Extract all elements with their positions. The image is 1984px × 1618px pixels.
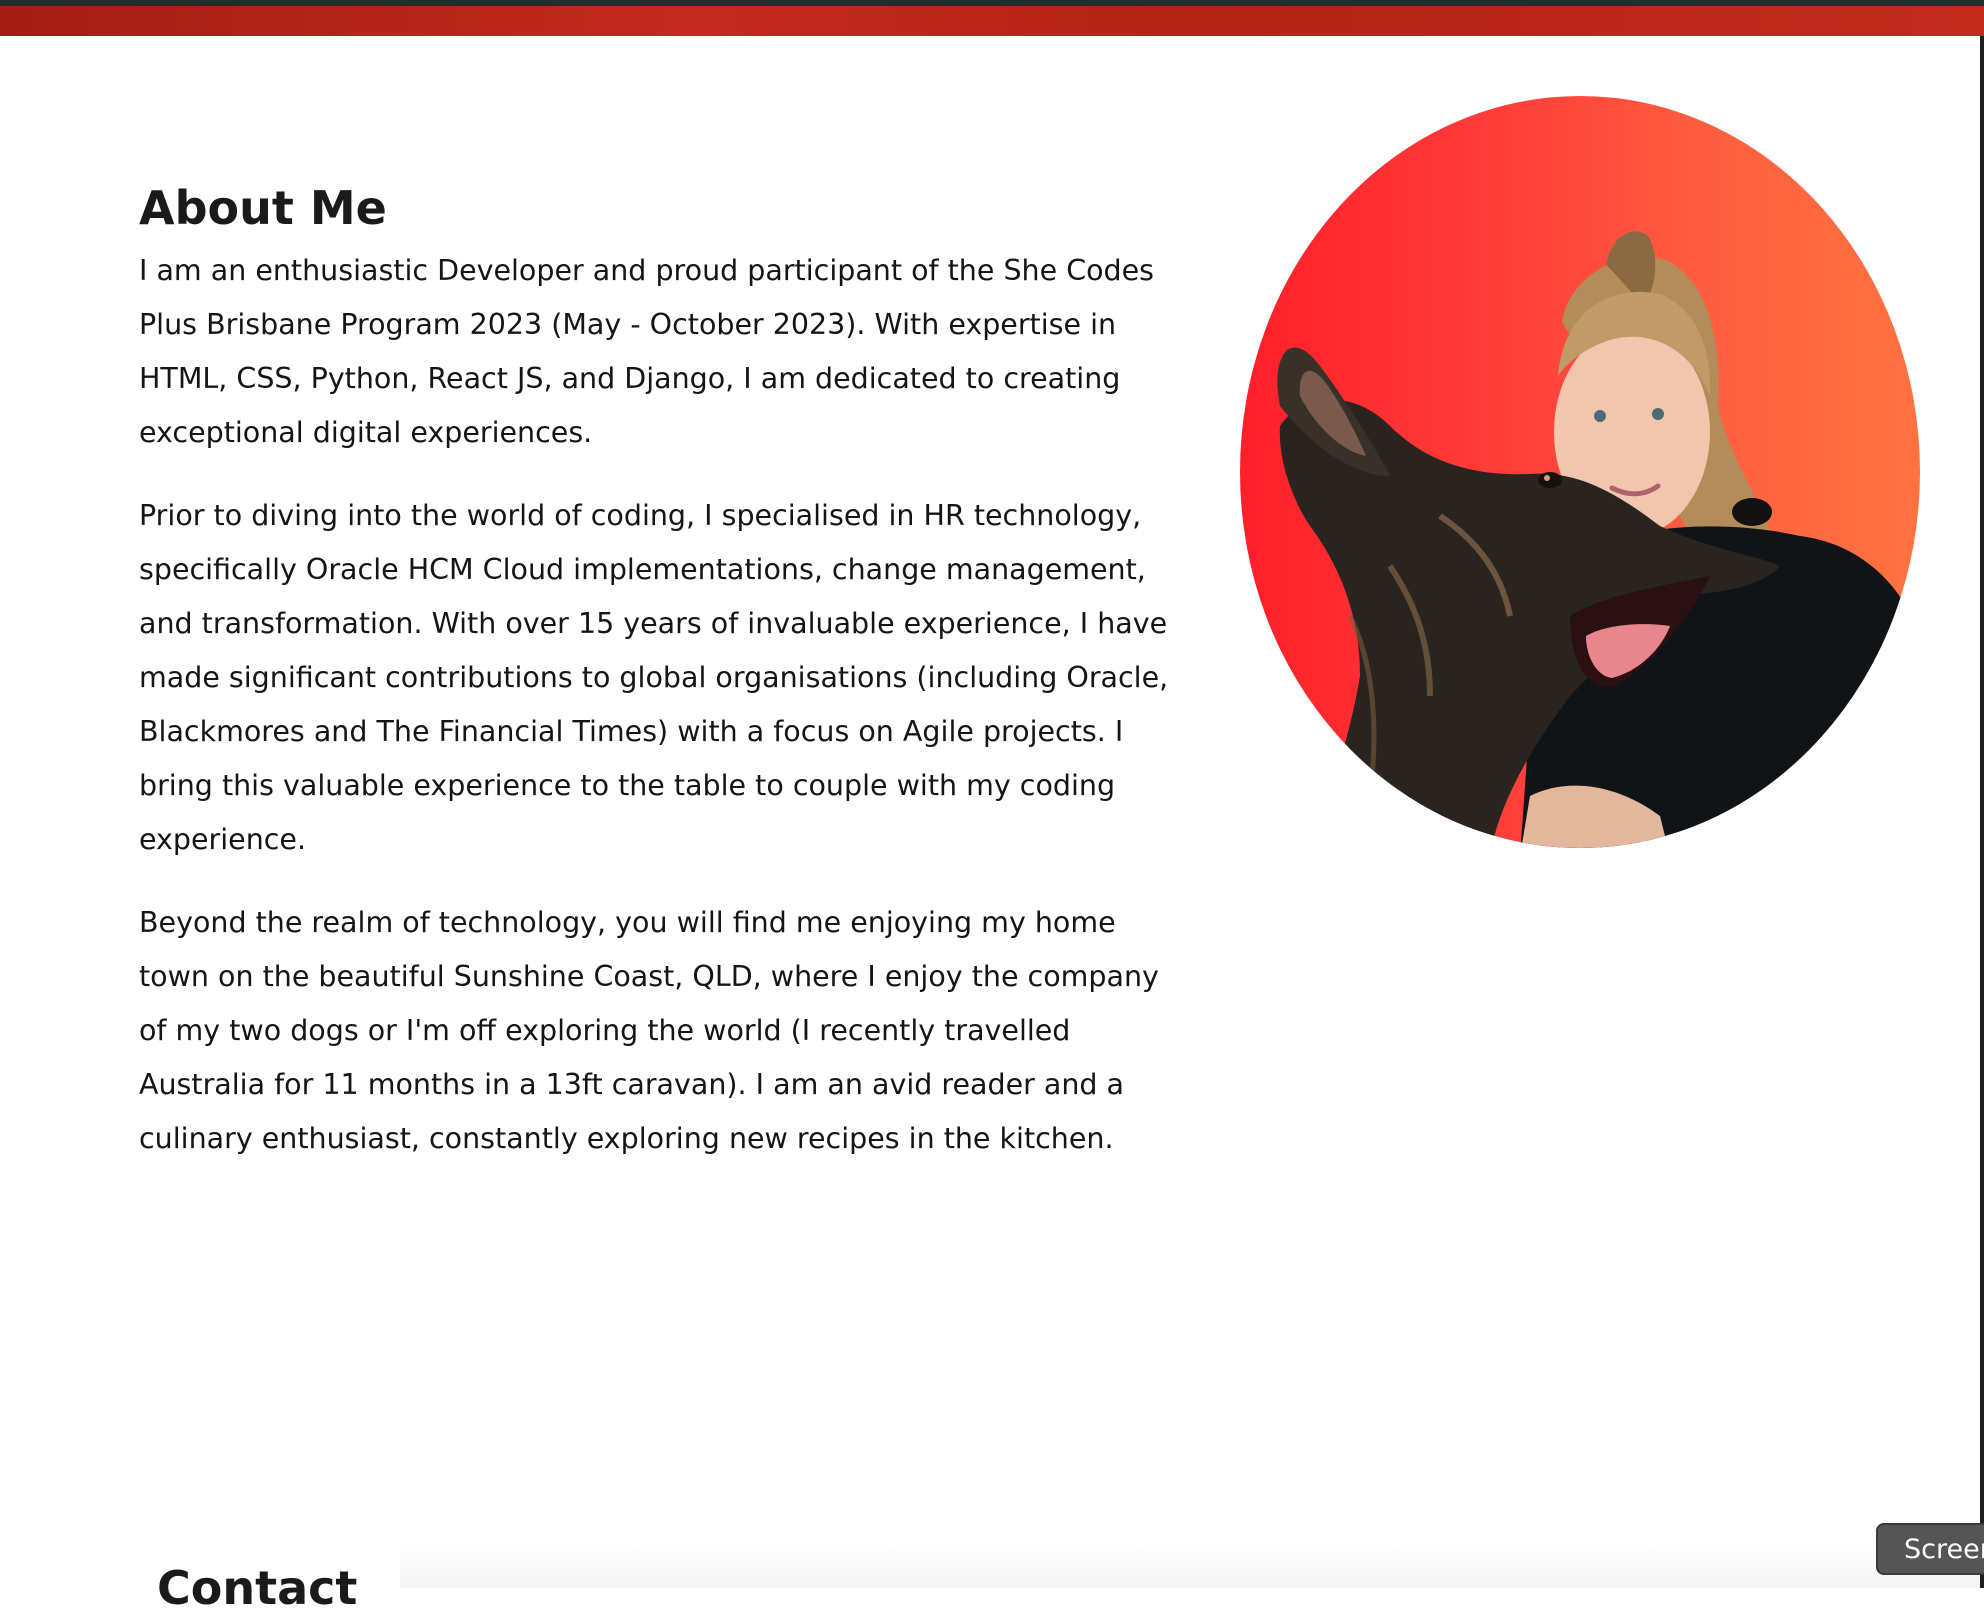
about-paragraph-1: I am an enthusiastic Developer and proud…	[139, 254, 1155, 449]
screen-button[interactable]: Screen	[1876, 1523, 1984, 1575]
bottom-fade	[400, 1540, 1980, 1588]
profile-photo	[1240, 96, 1920, 848]
window-edge	[1980, 36, 1984, 1588]
contact-heading: Contact	[157, 1561, 358, 1615]
about-paragraph-3: Beyond the realm of technology, you will…	[139, 906, 1159, 1155]
about-paragraph-2: Prior to diving into the world of coding…	[139, 499, 1169, 856]
about-title: About Me	[139, 181, 387, 235]
about-section: About Me I am an enthusiastic Developer …	[139, 176, 1169, 1195]
profile-photo-illustration	[1277, 231, 1920, 848]
header-banner	[0, 6, 1984, 36]
